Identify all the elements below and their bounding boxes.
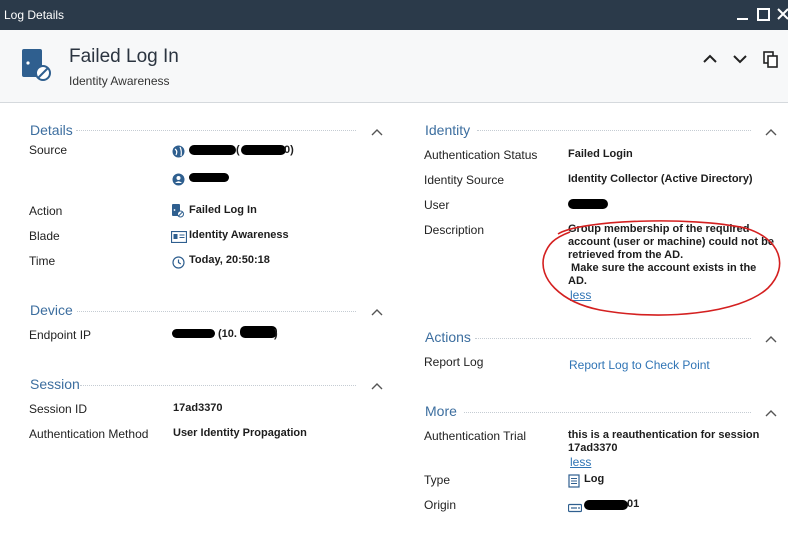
session-id-label: Session ID [29,402,88,416]
section-title-more: More [425,403,457,419]
user-icon [172,173,185,186]
redacted-source-name [189,145,236,155]
log-header: Failed Log In Identity Awareness [0,30,788,103]
identity-card-icon [170,230,188,244]
report-log-link[interactable]: Report Log to Check Point [569,358,710,372]
auth-status-label: Authentication Status [424,148,538,162]
origin-label: Origin [424,498,457,512]
origin-suffix: 01 [627,498,640,510]
section-divider [76,130,356,131]
chevron-up-icon[interactable] [764,333,778,343]
annotation-circle [542,220,781,316]
endpoint-ip-close: ) [274,328,278,340]
log-file-icon [568,474,580,488]
window-title: Log Details [4,8,65,22]
action-label: Action [29,204,63,218]
globe-icon [172,145,185,158]
redacted-source-ip [241,145,286,155]
window-titlebar: Log Details [0,0,788,30]
auth-status-value: Failed Login [568,148,633,160]
chevron-up-icon[interactable] [701,50,719,68]
source-ip-open: ( [236,144,240,156]
gateway-icon [567,502,583,513]
chevron-up-icon[interactable] [764,407,778,417]
session-id-value: 17ad3370 [173,402,223,414]
description-label: Description [424,223,485,237]
action-value: Failed Log In [189,204,257,216]
time-value: Today, 20:50:18 [189,254,270,266]
identity-source-value: Identity Collector (Active Directory) [568,173,753,185]
failed-login-icon [20,48,52,82]
source-label: Source [29,143,68,157]
auth-method-value: User Identity Propagation [173,427,307,439]
auth-trial-value: this is a reauthentication for session 1… [568,429,783,455]
close-icon[interactable] [773,4,788,26]
time-label: Time [29,254,56,268]
section-title-device: Device [30,302,73,318]
chevron-up-icon[interactable] [370,306,384,316]
section-divider [77,311,356,312]
clock-icon [172,256,185,269]
failed-login-icon [171,203,184,218]
section-divider [464,412,751,413]
identity-source-label: Identity Source [424,173,505,187]
auth-trial-line: 17ad3370 [568,442,618,454]
type-label: Type [424,473,451,487]
page-title: Failed Log In [69,46,179,67]
section-divider [80,385,356,386]
user-label: User [424,198,450,212]
blade-value: Identity Awareness [189,229,289,241]
copy-icon[interactable] [762,50,780,68]
auth-method-label: Authentication Method [29,427,149,441]
section-title-details: Details [30,122,73,138]
redacted-origin [584,500,628,510]
redacted-source-user [189,173,229,182]
section-title-session: Session [30,376,80,392]
redacted-endpoint-name [172,329,215,338]
source-ip-close: 0) [284,144,294,156]
report-log-label: Report Log [424,355,484,369]
auth-trial-line: this is a reauthentication for session [568,429,760,441]
page-subtitle: Identity Awareness [69,74,170,88]
chevron-down-icon[interactable] [731,50,749,68]
type-value: Log [584,473,605,485]
auth-trial-less-link[interactable]: less [570,455,591,469]
endpoint-ip-label: Endpoint IP [29,328,92,342]
minimize-icon[interactable] [732,4,754,26]
chevron-up-icon[interactable] [370,126,384,136]
chevron-up-icon[interactable] [370,380,384,390]
section-divider [477,130,751,131]
redacted-endpoint-ip [240,326,277,338]
blade-label: Blade [29,229,60,243]
maximize-icon[interactable] [753,4,775,26]
endpoint-ip-open: (10. [218,328,237,340]
chevron-up-icon[interactable] [764,126,778,136]
section-title-identity: Identity [425,122,471,138]
auth-trial-label: Authentication Trial [424,429,527,443]
section-title-actions: Actions [425,329,471,345]
redacted-user [568,199,608,209]
section-divider [475,338,751,339]
